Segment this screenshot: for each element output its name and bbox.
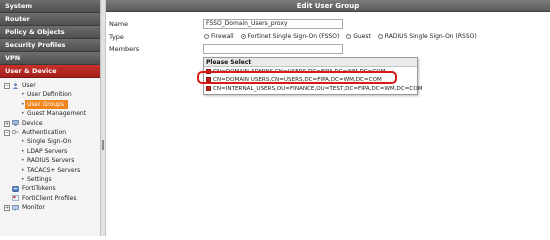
- bullet-icon: •: [21, 157, 25, 165]
- name-label: Name: [109, 20, 129, 28]
- bullet-icon: •: [21, 166, 25, 174]
- nav-policy-objects[interactable]: Policy & Objects: [0, 26, 100, 39]
- sidebar: System Router Policy & Objects Security …: [0, 0, 101, 236]
- bullet-icon: •: [21, 138, 25, 146]
- bullet-icon: •: [21, 100, 25, 108]
- splitter-grip-icon[interactable]: [102, 140, 104, 150]
- tree-label-authentication: Authentication: [22, 128, 67, 136]
- expand-icon[interactable]: +: [4, 205, 10, 212]
- tree-item-monitor[interactable]: + Monitor: [0, 203, 100, 212]
- nav-security-profiles[interactable]: Security Profiles: [0, 39, 100, 52]
- bullet-icon: •: [21, 91, 25, 99]
- tree-label-fortitokens: FortiTokens: [22, 185, 56, 193]
- collapse-icon[interactable]: −: [4, 129, 10, 136]
- radio-icon[interactable]: [377, 34, 383, 39]
- tree-item-guest-management[interactable]: • Guest Management: [0, 109, 100, 118]
- tree-label-forticlient-profiles: FortiClient Profiles: [22, 194, 77, 202]
- tree-item-user[interactable]: − User: [0, 81, 100, 90]
- bullet-icon: •: [21, 147, 25, 155]
- main-panel: Edit User Group Name FSSO_Domain_Users_p…: [106, 0, 550, 236]
- tree-item-user-definition[interactable]: • User Definition: [0, 90, 100, 99]
- member-option[interactable]: CN=INTERNAL_USERS,OU=FINANCE,OU=TEST,DC=…: [206, 85, 423, 93]
- tree-item-ldap-servers[interactable]: • LDAP Servers: [0, 147, 100, 156]
- members-input[interactable]: [203, 44, 343, 54]
- tree-item-single-sign-on[interactable]: • Single Sign-On: [0, 137, 100, 146]
- tree-item-settings[interactable]: • Settings: [0, 175, 100, 184]
- key-icon: [12, 130, 19, 135]
- bullet-icon: •: [21, 175, 25, 183]
- forticlient-icon: [12, 195, 19, 202]
- type-radio-firewall[interactable]: Firewall: [204, 33, 234, 41]
- tree-label-guest-management: Guest Management: [27, 110, 87, 118]
- tree-label-user-groups: User Groups: [25, 99, 68, 110]
- monitor-icon: [12, 204, 19, 211]
- tree-item-forticlient-profiles[interactable]: FortiClient Profiles: [0, 194, 100, 203]
- collapse-icon[interactable]: −: [4, 83, 10, 89]
- radio-icon[interactable]: [346, 34, 352, 39]
- tree-label-ldap-servers: LDAP Servers: [27, 147, 68, 155]
- nav-user-device[interactable]: User & Device: [0, 65, 100, 78]
- annotation-highlight-ring: [197, 71, 397, 84]
- device-icon: [12, 120, 19, 126]
- radio-selected-icon[interactable]: [240, 34, 246, 39]
- name-input[interactable]: FSSO_Domain_Users_proxy: [203, 19, 343, 29]
- nav-tree: − User • User Definition • User Groups •…: [0, 78, 100, 212]
- type-radio-group: Firewall Fortinet Single Sign-On (FSSO) …: [204, 33, 482, 41]
- tree-label-user-definition: User Definition: [27, 91, 72, 99]
- page-title: Edit User Group: [106, 0, 550, 12]
- token-icon: [12, 185, 19, 192]
- type-radio-guest[interactable]: Guest: [346, 33, 371, 41]
- popup-header: Please Select: [204, 58, 417, 67]
- nav-router[interactable]: Router: [0, 13, 100, 26]
- tree-label-user: User: [22, 82, 36, 89]
- tree-item-radius-servers[interactable]: • RADIUS Servers: [0, 156, 100, 165]
- expand-icon[interactable]: +: [4, 120, 10, 127]
- tree-item-device[interactable]: + Device: [0, 119, 100, 128]
- members-label: Members: [109, 45, 140, 53]
- type-label: Type: [109, 33, 124, 41]
- tree-item-tacacs-servers[interactable]: • TACACS+ Servers: [0, 166, 100, 175]
- user-icon: [12, 82, 19, 89]
- tree-label-device: Device: [22, 119, 43, 127]
- tree-label-monitor: Monitor: [22, 204, 45, 212]
- tree-label-radius-servers: RADIUS Servers: [27, 157, 75, 165]
- tree-item-user-groups[interactable]: • User Groups: [0, 99, 100, 110]
- tree-label-tacacs-servers: TACACS+ Servers: [27, 166, 81, 174]
- tree-item-authentication[interactable]: − Authentication: [0, 128, 100, 137]
- nav-system[interactable]: System: [0, 0, 100, 13]
- nav-vpn[interactable]: VPN: [0, 52, 100, 65]
- tree-label-single-sign-on: Single Sign-On: [27, 138, 72, 146]
- tree-label-settings: Settings: [27, 175, 52, 183]
- bullet-icon: •: [21, 110, 25, 118]
- checkbox-icon[interactable]: [206, 86, 211, 91]
- radio-icon[interactable]: [204, 34, 209, 39]
- type-radio-fsso[interactable]: Fortinet Single Sign-On (FSSO): [240, 33, 339, 41]
- type-radio-rsso[interactable]: RADIUS Single Sign-On (RSSO): [377, 33, 477, 41]
- tree-item-fortitokens[interactable]: FortiTokens: [0, 184, 100, 193]
